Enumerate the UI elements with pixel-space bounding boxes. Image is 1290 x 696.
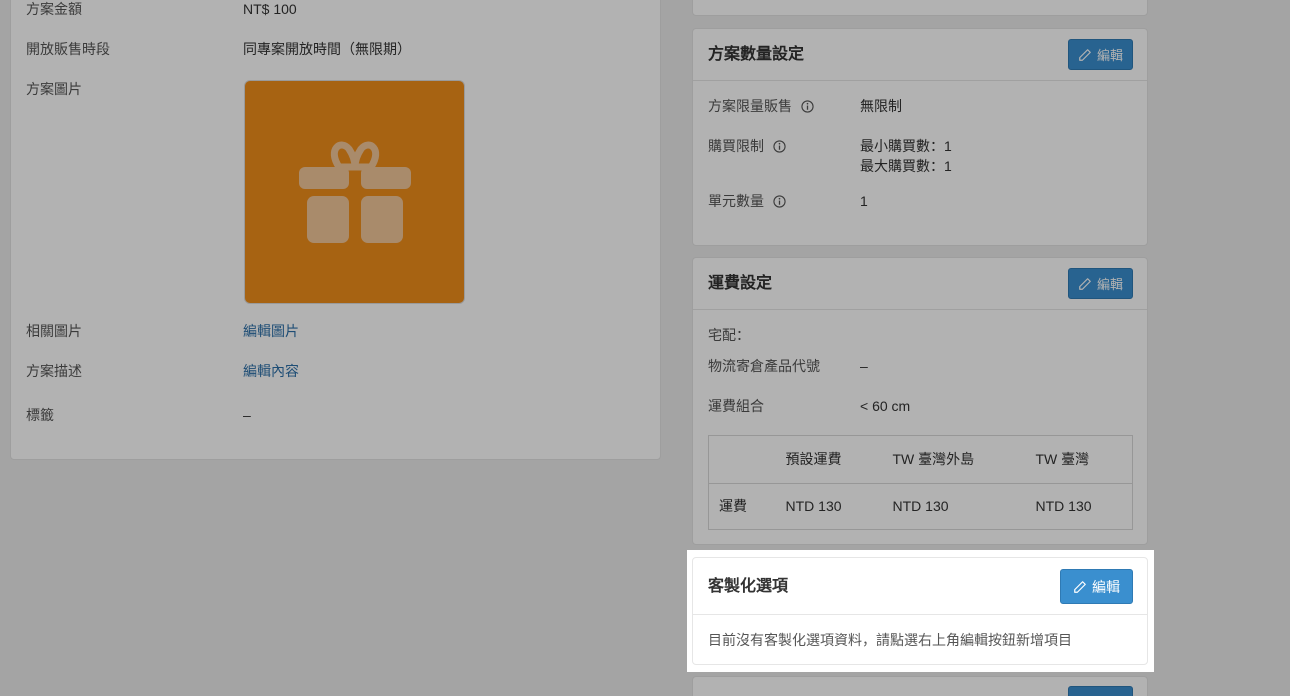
card-header: 客製化選項 編輯 [693, 558, 1147, 615]
edit-button[interactable] [1068, 686, 1133, 696]
logistics-code-value: – [860, 358, 868, 374]
edit-button[interactable]: 編輯 [1068, 268, 1133, 299]
table-cell: NTD 130 [775, 483, 883, 530]
plan-description-label: 方案描述 [26, 363, 82, 379]
info-icon[interactable] [801, 100, 814, 113]
edit-content-link[interactable]: 編輯內容 [243, 361, 299, 381]
shipping-combo-label: 運費組合 [708, 398, 764, 414]
sale-period-value: 同專案開放時間（無限期） [243, 41, 411, 57]
tags-label: 標籤 [26, 407, 54, 423]
tags-value: – [243, 407, 251, 423]
limited-sale-value: 無限制 [860, 98, 902, 114]
price-label: 方案金額 [26, 1, 82, 17]
max-purchase-value: 最大購買數：1 [860, 158, 952, 174]
table-header-cell [708, 435, 776, 484]
unit-quantity-label: 單元數量 [708, 191, 786, 211]
price-value: NT$ 100 [243, 1, 297, 17]
card-title: 運費設定 [708, 275, 773, 292]
table-header-row: 預設運費 TW 臺灣外島 TW 臺灣 [708, 435, 1133, 484]
card-title: 客製化選項 [708, 578, 789, 595]
next-card [692, 676, 1148, 696]
shipping-combo-value: < 60 cm [860, 398, 911, 414]
plan-image[interactable] [244, 80, 465, 304]
logistics-code-label: 物流寄倉產品代號 [708, 358, 820, 374]
table-header-cell: TW 臺灣 [1025, 435, 1133, 484]
custom-options-card: 客製化選項 編輯 目前沒有客製化選項資料，請點選右上角編輯按鈕新增項目 [692, 557, 1148, 665]
edit-button[interactable]: 編輯 [1060, 569, 1133, 604]
previous-card [692, 0, 1148, 16]
edit-button[interactable]: 編輯 [1068, 39, 1133, 70]
empty-state-message: 目前沒有客製化選項資料，請點選右上角編輯按鈕新增項目 [708, 632, 1072, 648]
table-cell: NTD 130 [882, 483, 1026, 530]
edit-images-link[interactable]: 編輯圖片 [243, 321, 299, 341]
pencil-icon [1079, 277, 1091, 290]
table-header-cell: 預設運費 [775, 435, 883, 484]
quantity-settings-card: 方案數量設定 編輯 方案限量販售 無限制 購買限制 最小購買數：1 最大購買數：… [692, 28, 1148, 246]
pencil-icon [1079, 48, 1091, 61]
table-cell: NTD 130 [1025, 483, 1133, 530]
shipping-settings-card: 運費設定 編輯 宅配： 物流寄倉產品代號 – 運費組合 < 60 cm 預設運費… [692, 257, 1148, 545]
gift-icon [298, 141, 411, 243]
unit-quantity-value: 1 [860, 193, 868, 209]
edit-button-label: 編輯 [1096, 277, 1123, 292]
table-header-cell: TW 臺灣外島 [882, 435, 1026, 484]
table-cell: 運費 [708, 483, 776, 530]
plan-details-card: 方案金額 NT$ 100 開放販售時段 同專案開放時間（無限期） 方案圖片 相關… [10, 0, 661, 460]
purchase-limit-label: 購買限制 [708, 136, 786, 156]
edit-button-label: 編輯 [1092, 578, 1120, 595]
card-header: 方案數量設定 編輯 [693, 29, 1147, 81]
plan-image-label: 方案圖片 [26, 81, 82, 97]
edit-button-label: 編輯 [1096, 48, 1123, 63]
limited-sale-label: 方案限量販售 [708, 96, 814, 116]
shipping-fee-table: 預設運費 TW 臺灣外島 TW 臺灣 運費 NTD 130 NTD 130 NT… [708, 435, 1133, 530]
sale-period-label: 開放販售時段 [26, 41, 110, 57]
table-row: 運費 NTD 130 NTD 130 NTD 130 [708, 483, 1133, 530]
delivery-label: 宅配： [708, 327, 750, 343]
pencil-icon [1074, 580, 1086, 593]
card-title: 方案數量設定 [708, 46, 805, 63]
card-header: 運費設定 編輯 [693, 258, 1147, 310]
info-icon[interactable] [773, 140, 786, 153]
info-icon[interactable] [773, 195, 786, 208]
related-images-label: 相關圖片 [26, 323, 82, 339]
min-purchase-value: 最小購買數：1 [860, 138, 952, 154]
